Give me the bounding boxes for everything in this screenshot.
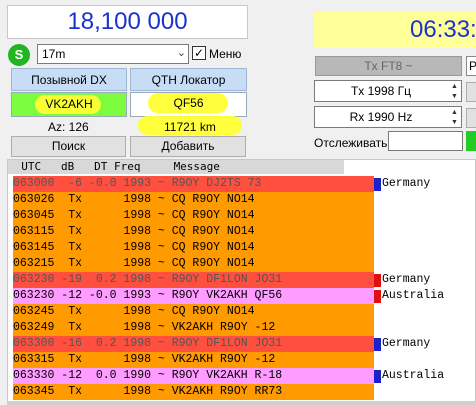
decode-message: 063245 Tx 1998 ~ CQ R9OY NO14 xyxy=(13,304,374,320)
country-flag-mark xyxy=(374,338,381,351)
country-name: Germany xyxy=(382,177,431,190)
utc-clock: 06:33: xyxy=(313,12,476,48)
decode-message: 063026 Tx 1998 ~ CQ R9OY NO14 xyxy=(13,192,374,208)
spin-up-icon[interactable]: ▲ xyxy=(449,82,460,91)
locator-value: QF56 xyxy=(173,96,204,110)
rx-frequency-value: Rx 1990 Hz xyxy=(349,110,413,124)
dx-call-value: VK2AKH xyxy=(45,97,93,111)
decode-row[interactable]: 063045 Tx 1998 ~ CQ R9OY NO14 xyxy=(8,208,475,224)
decode-message: 063330 -12 0.0 1990 ~ R9OY VK2AKH R-18 xyxy=(13,368,374,384)
decode-row[interactable]: 063230 -19 0.2 1998 ~ R9OY DF1LON JO31 Ge… xyxy=(8,272,475,288)
decode-message: 063345 Tx 1998 ~ VK2AKH R9OY RR73 xyxy=(13,384,374,400)
decode-message: 063230 -12 -0.0 1993 ~ R9OY VK2AKH QF56 xyxy=(13,288,374,304)
decode-message: 063315 Tx 1998 ~ VK2AKH R9OY -12 xyxy=(13,352,374,368)
country-name: Australia xyxy=(382,289,445,302)
chevron-down-icon: ⌄ xyxy=(176,47,186,59)
decode-row[interactable]: 063026 Tx 1998 ~ CQ R9OY NO14 xyxy=(8,192,475,208)
decode-row[interactable]: 063249 Tx 1998 ~ VK2AKH R9OY -12 xyxy=(8,320,475,336)
frequency-display: 18,100 000 xyxy=(7,5,248,39)
locator-header: QTH Локатор xyxy=(130,68,247,91)
band-value: 17m xyxy=(42,47,66,61)
country-name: Germany xyxy=(382,337,431,350)
tx-frequency-value: Tx 1998 Гц xyxy=(350,84,412,98)
decode-message: 063249 Tx 1998 ~ VK2AKH R9OY -12 xyxy=(13,320,374,336)
decode-message: 063145 Tx 1998 ~ CQ R9OY NO14 xyxy=(13,240,374,256)
horizontal-scrollbar[interactable] xyxy=(7,401,476,405)
decode-list[interactable]: UTC dB DT Freq Message 063000 -6 -0.0 19… xyxy=(7,159,476,403)
tx-frequency-spinbox[interactable]: Tx 1998 Гц ▲ ▼ xyxy=(314,80,462,102)
country-flag-mark xyxy=(374,370,381,383)
tx-mode-button[interactable]: Tx FT8 ~ xyxy=(315,56,462,76)
decode-message: 063300 -16 0.2 1998 ~ R9OY DF1LON JO31 xyxy=(13,336,374,352)
spin-up-icon[interactable]: ▲ xyxy=(449,108,460,117)
decode-row[interactable]: 063300 -16 0.2 1998 ~ R9OY DF1LON JO31 Ge… xyxy=(8,336,475,352)
decode-row[interactable]: 063115 Tx 1998 ~ CQ R9OY NO14 xyxy=(8,224,475,240)
decode-message: 063045 Tx 1998 ~ CQ R9OY NO14 xyxy=(13,208,374,224)
menu-checkbox[interactable]: ✓ xyxy=(192,46,206,60)
decode-row[interactable]: 063145 Tx 1998 ~ CQ R9OY NO14 xyxy=(8,240,475,256)
decode-message: 063215 Tx 1998 ~ CQ R9OY NO14 xyxy=(13,256,374,272)
azimuth-readout: Az: 126 xyxy=(48,120,89,134)
decode-row[interactable]: 063345 Tx 1998 ~ VK2AKH R9OY RR73 xyxy=(8,384,475,400)
edge-button[interactable] xyxy=(466,82,476,102)
country-flag-mark xyxy=(374,274,381,287)
decode-row[interactable]: 063215 Tx 1998 ~ CQ R9OY NO14 xyxy=(8,256,475,272)
dx-call-header: Позывной DX xyxy=(11,68,127,91)
search-button[interactable]: Поиск xyxy=(11,136,126,157)
rx-frequency-spinbox[interactable]: Rx 1990 Hz ▲ ▼ xyxy=(314,106,462,128)
decode-row[interactable]: 063315 Tx 1998 ~ VK2AKH R9OY -12 xyxy=(8,352,475,368)
edge-field[interactable]: P xyxy=(466,56,476,76)
band-select[interactable]: 17m ⌄ xyxy=(37,44,189,64)
decode-row[interactable]: 063000 -6 -0.0 1993 ~ R9OY DJ2TS 73 Germa… xyxy=(8,176,475,192)
country-name: Germany xyxy=(382,273,431,286)
status-indicator xyxy=(466,131,476,151)
country-flag-mark xyxy=(374,290,381,303)
track-input[interactable] xyxy=(388,131,463,151)
track-label: Отслеживать: xyxy=(314,136,391,150)
spin-down-icon[interactable]: ▼ xyxy=(449,118,460,127)
decode-message: 063000 -6 -0.0 1993 ~ R9OY DJ2TS 73 xyxy=(13,176,374,192)
menu-checkbox-label: Меню xyxy=(209,47,242,61)
spin-down-icon[interactable]: ▼ xyxy=(449,92,460,101)
decode-row[interactable]: 063330 -12 0.0 1990 ~ R9OY VK2AKH R-18 Au… xyxy=(8,368,475,384)
decode-row[interactable]: 063230 -12 -0.0 1993 ~ R9OY VK2AKH QF56 A… xyxy=(8,288,475,304)
decode-message: 063115 Tx 1998 ~ CQ R9OY NO14 xyxy=(13,224,374,240)
distance-readout: 11721 km xyxy=(164,120,216,134)
edge-button[interactable] xyxy=(466,108,476,128)
decode-row[interactable]: 063245 Tx 1998 ~ CQ R9OY NO14 xyxy=(8,304,475,320)
decode-message: 063230 -19 0.2 1998 ~ R9OY DF1LON JO31 xyxy=(13,272,374,288)
decode-list-header: UTC dB DT Freq Message xyxy=(8,160,344,174)
country-name: Australia xyxy=(382,369,445,382)
country-flag-mark xyxy=(374,178,381,191)
add-button[interactable]: Добавить xyxy=(130,136,246,157)
status-badge: S xyxy=(8,44,30,66)
